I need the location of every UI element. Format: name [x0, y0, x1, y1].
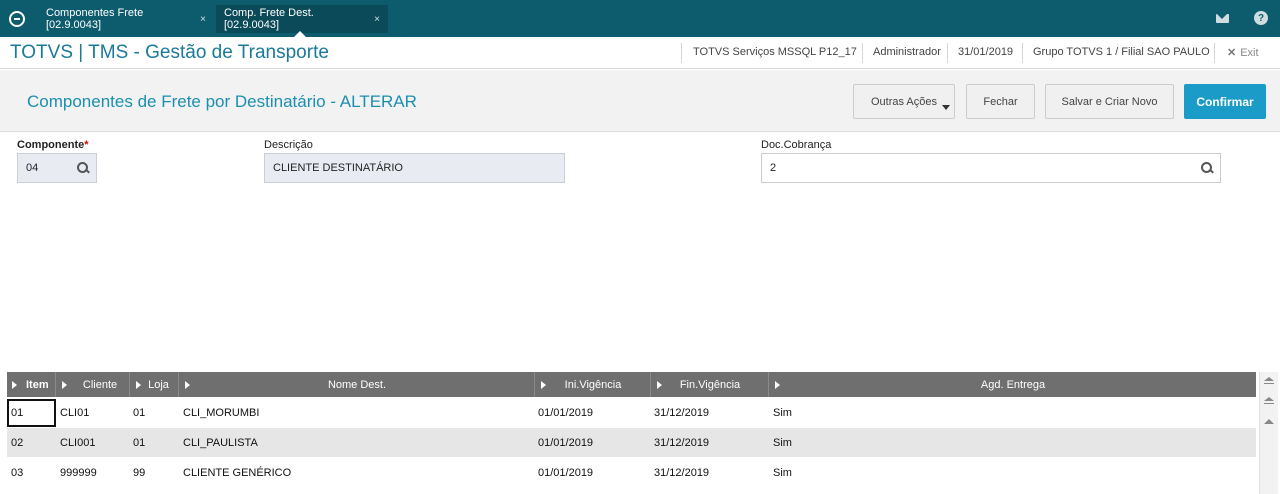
- close-icon: ✕: [1227, 47, 1237, 59]
- tab-label: Comp. Frete Dest. [02.9.0043]: [224, 7, 314, 31]
- cell-cliente[interactable]: 999999: [60, 458, 97, 487]
- divider: [947, 43, 948, 63]
- environment-label: TOTVS Serviços MSSQL P12_17: [693, 46, 857, 58]
- sort-arrow-icon: [12, 381, 17, 389]
- componente-label-text: Componente: [17, 139, 85, 151]
- close-tab-icon[interactable]: ×: [200, 14, 206, 25]
- column-header-loja[interactable]: Loja: [131, 372, 179, 397]
- column-header-nome-dest[interactable]: Nome Dest.: [180, 372, 535, 397]
- column-header-label: Loja: [148, 378, 169, 391]
- sort-arrow-icon: [62, 381, 67, 389]
- outras-acoes-button[interactable]: Outras Ações: [853, 84, 955, 119]
- top-tab-bar: Componentes Frete [02.9.0043] × Comp. Fr…: [0, 0, 1280, 37]
- help-icon[interactable]: ?: [1254, 11, 1268, 25]
- doc-cobranca-field[interactable]: 2: [761, 153, 1221, 183]
- descricao-label: Descrição: [264, 139, 313, 151]
- column-header-label: Fin.Vigência: [679, 378, 741, 391]
- descricao-value: CLIENTE DESTINATÁRIO: [273, 162, 403, 174]
- tab-comp-frete-dest[interactable]: Comp. Frete Dest. [02.9.0043] ×: [216, 5, 388, 37]
- data-grid: Item Cliente Loja Nome Dest. Ini.Vigênci…: [7, 372, 1256, 494]
- doc-cobranca-label: Doc.Cobrança: [761, 139, 832, 151]
- scroll-page-up-icon[interactable]: [1264, 397, 1274, 405]
- search-icon[interactable]: [1201, 162, 1213, 174]
- sort-arrow-icon: [541, 381, 546, 389]
- cell-loja[interactable]: 01: [133, 428, 145, 457]
- date-label: 31/01/2019: [958, 46, 1014, 58]
- column-header-label: Cliente: [82, 378, 118, 391]
- mail-icon[interactable]: [1216, 14, 1229, 23]
- table-row[interactable]: 02 CLI001 01 CLI_PAULISTA 01/01/2019 31/…: [7, 428, 1256, 457]
- column-header-label: Ini.Vigência: [564, 378, 622, 391]
- tab-label: Componentes Frete [02.9.0043]: [46, 7, 144, 31]
- cell-ini-vigencia[interactable]: 01/01/2019: [538, 398, 593, 427]
- column-header-label: Item: [26, 378, 49, 391]
- form-header: Componentes de Frete por Destinatário - …: [0, 70, 1280, 132]
- doc-cobranca-value: 2: [770, 162, 777, 174]
- app-title: TOTVS | TMS - Gestão de Transporte: [10, 42, 329, 63]
- salvar-criar-novo-button[interactable]: Salvar e Criar Novo: [1045, 84, 1174, 119]
- column-header-item[interactable]: Item: [7, 372, 56, 397]
- cell-loja[interactable]: 01: [133, 398, 145, 427]
- cell-nome-dest[interactable]: CLI_MORUMBI: [183, 398, 259, 427]
- cell-agd-entrega[interactable]: Sim: [773, 458, 792, 487]
- sort-arrow-icon: [775, 381, 780, 389]
- cell-cliente[interactable]: CLI01: [60, 398, 89, 427]
- sort-arrow-icon: [136, 381, 141, 389]
- column-header-label: Nome Dest.: [327, 378, 387, 391]
- page-title: Componentes de Frete por Destinatário - …: [27, 92, 417, 111]
- column-header-label: Agd. Entrega: [980, 378, 1046, 391]
- sort-arrow-icon: [657, 381, 662, 389]
- exit-label: Exit: [1240, 47, 1259, 59]
- close-tab-icon[interactable]: ×: [374, 14, 380, 25]
- column-header-cliente[interactable]: Cliente: [57, 372, 130, 397]
- cell-loja[interactable]: 99: [133, 458, 145, 487]
- cell-fin-vigencia[interactable]: 31/12/2019: [654, 458, 709, 487]
- divider: [1214, 43, 1215, 63]
- table-row[interactable]: 03 999999 99 CLIENTE GENÉRICO 01/01/2019…: [7, 458, 1256, 487]
- user-label: Administrador: [873, 46, 941, 58]
- descricao-field[interactable]: CLIENTE DESTINATÁRIO: [264, 153, 565, 183]
- column-header-fin-vigencia[interactable]: Fin.Vigência: [652, 372, 769, 397]
- scroll-to-top-icon[interactable]: [1264, 377, 1274, 385]
- tab-componentes-frete[interactable]: Componentes Frete [02.9.0043] ×: [38, 5, 214, 33]
- divider: [1022, 43, 1023, 63]
- cell-item[interactable]: 03: [11, 458, 23, 487]
- button-label: Fechar: [983, 95, 1018, 108]
- grid-header: Item Cliente Loja Nome Dest. Ini.Vigênci…: [7, 372, 1256, 397]
- cell-ini-vigencia[interactable]: 01/01/2019: [538, 428, 593, 457]
- column-header-agd-entrega[interactable]: Agd. Entrega: [770, 372, 1256, 397]
- cell-nome-dest[interactable]: CLI_PAULISTA: [183, 428, 258, 457]
- exit-button[interactable]: ✕ Exit: [1227, 46, 1259, 59]
- sort-arrow-icon: [185, 381, 190, 389]
- required-marker: *: [84, 139, 89, 151]
- app-header: TOTVS | TMS - Gestão de Transporte TOTVS…: [0, 37, 1280, 69]
- cell-agd-entrega[interactable]: Sim: [773, 428, 792, 457]
- componente-value: 04: [26, 162, 39, 174]
- divider: [681, 43, 682, 63]
- cell-cliente[interactable]: CLI001: [60, 428, 95, 457]
- cell-agd-entrega[interactable]: Sim: [773, 398, 792, 427]
- cell-item[interactable]: 01: [11, 398, 23, 427]
- chevron-down-icon: [942, 105, 950, 110]
- scroll-up-icon[interactable]: [1264, 419, 1274, 425]
- componente-label: Componente*: [17, 139, 89, 151]
- componente-field[interactable]: 04: [17, 153, 97, 183]
- search-icon[interactable]: [77, 162, 89, 174]
- confirmar-button[interactable]: Confirmar: [1184, 84, 1266, 119]
- grid-scrollbar[interactable]: [1259, 372, 1278, 494]
- cell-ini-vigencia[interactable]: 01/01/2019: [538, 458, 593, 487]
- cell-fin-vigencia[interactable]: 31/12/2019: [654, 398, 709, 427]
- totvs-logo-icon[interactable]: [0, 0, 34, 37]
- table-row[interactable]: 01 CLI01 01 CLI_MORUMBI 01/01/2019 31/12…: [7, 398, 1256, 427]
- branch-label: Grupo TOTVS 1 / Filial SAO PAULO: [1033, 46, 1210, 58]
- cell-fin-vigencia[interactable]: 31/12/2019: [654, 428, 709, 457]
- divider: [862, 43, 863, 63]
- button-label: Confirmar: [1196, 94, 1254, 109]
- fechar-button[interactable]: Fechar: [966, 84, 1035, 119]
- button-label: Outras Ações: [870, 95, 938, 108]
- cell-nome-dest[interactable]: CLIENTE GENÉRICO: [183, 458, 291, 487]
- button-label: Salvar e Criar Novo: [1061, 95, 1158, 108]
- cell-item[interactable]: 02: [11, 428, 23, 457]
- column-header-ini-vigencia[interactable]: Ini.Vigência: [536, 372, 651, 397]
